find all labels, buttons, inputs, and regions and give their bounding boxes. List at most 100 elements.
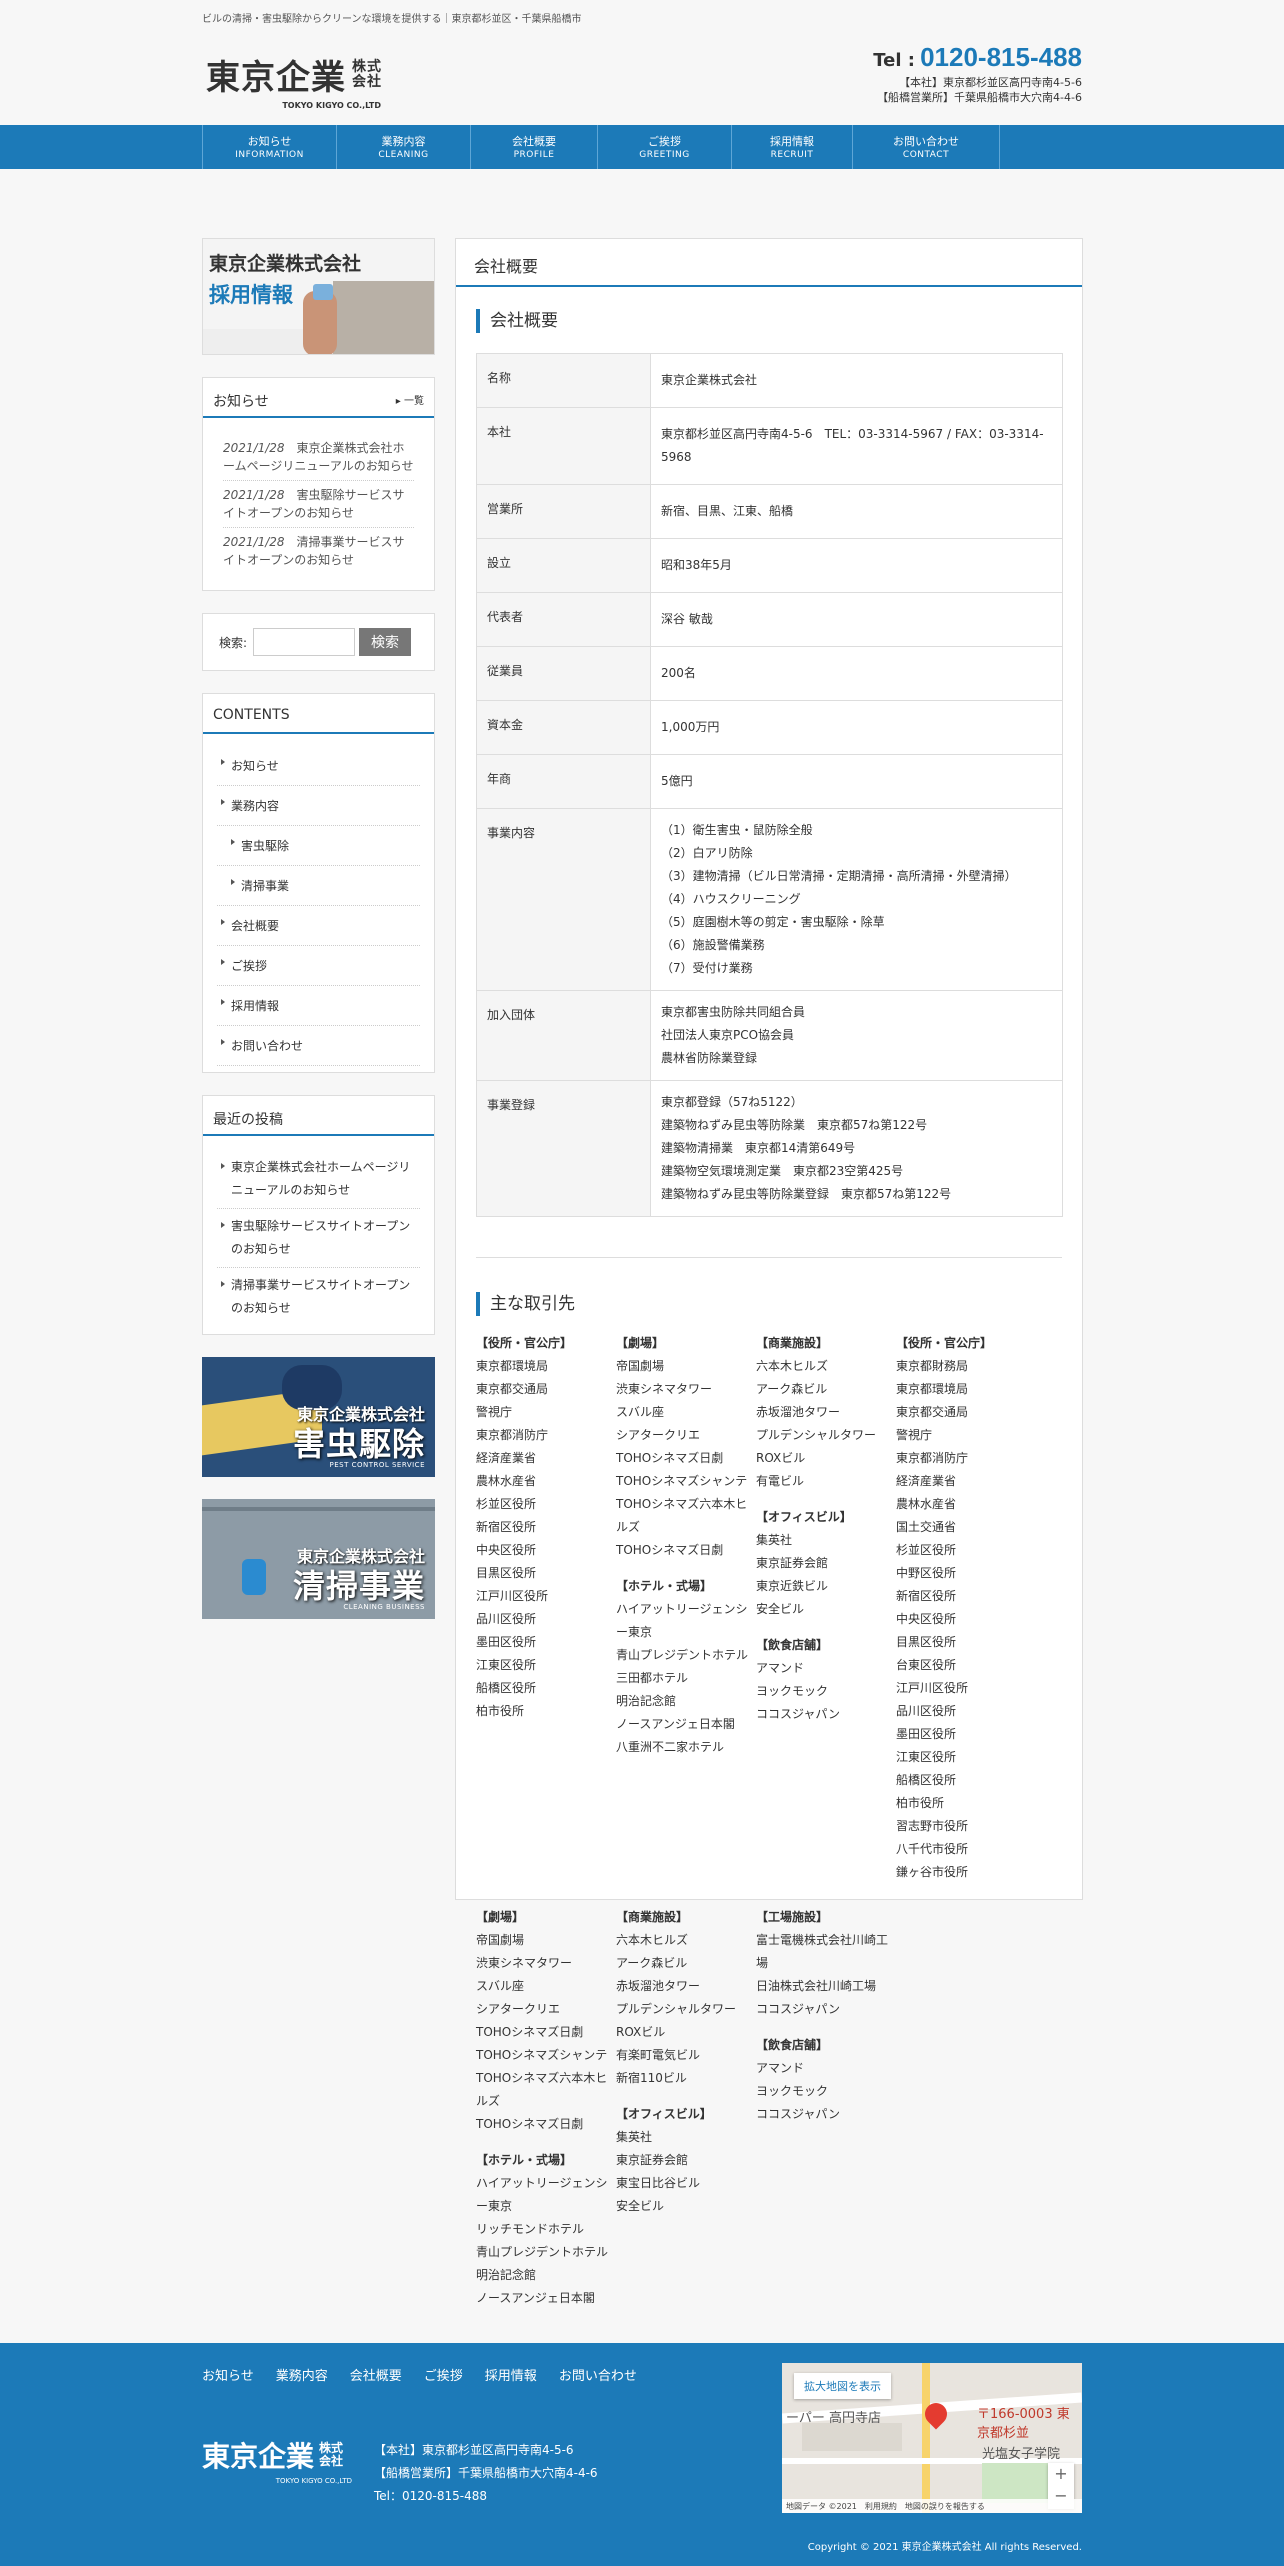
client-item: 渋東シネマタワー <box>616 1382 713 1396</box>
table-row: 営業所 新宿、目黒、江東、船橋 <box>476 484 1063 539</box>
nav-item[interactable]: ご挨拶 GREETING <box>597 125 731 169</box>
client-item: シアタークリエ <box>616 1428 701 1442</box>
row-value-line: （3）建物清掃（ビル日常清掃・定期清掃・高所清掃・外壁清掃） <box>661 869 1017 883</box>
client-group-heading: 【役所・官公庁】 <box>896 1336 993 1350</box>
nav-item[interactable]: 会社概要 PROFILE <box>470 125 597 169</box>
footer-nav-item[interactable]: お知らせ <box>202 2365 254 2384</box>
search-button[interactable]: 検索 <box>359 628 412 656</box>
recent-post-item[interactable]: 東京企業株式会社ホームページリニューアルのお知らせ <box>217 1150 420 1209</box>
client-item: 国土交通省 <box>896 1520 957 1534</box>
nav-item[interactable]: 業務内容 CLEANING <box>336 125 470 169</box>
nav-item[interactable]: お問い合わせ CONTACT <box>852 125 1000 169</box>
client-item: 品川区役所 <box>896 1704 957 1718</box>
map-enlarge-link[interactable]: 拡大地図を表示 <box>794 2373 891 2399</box>
recent-posts-widget: 最近の投稿 東京企業株式会社ホームページリニューアルのお知らせ 害虫駆除サービスサ… <box>202 1095 435 1335</box>
news-item[interactable]: 2021/1/28 害虫駆除サービスサイトオープンのお知らせ <box>223 481 414 528</box>
site-footer: お知らせ 業務内容 会社概要 ご挨拶 採用情報 お問い合わせ 東京企業 株式 会社 TOKYO… <box>0 2343 1284 2566</box>
contents-item[interactable]: ご挨拶 <box>217 946 420 986</box>
search-input[interactable] <box>253 628 356 656</box>
client-item: 中央区役所 <box>896 1612 957 1626</box>
pest-banner-line3: PEST CONTROL SERVICE <box>329 1461 425 1469</box>
row-value-line: （6）施設警備業務 <box>661 938 765 952</box>
recent-post-item[interactable]: 清掃事業サービスサイトオープンのお知らせ <box>217 1268 420 1326</box>
row-label: 事業内容 <box>476 808 651 991</box>
clients-heading: 主な取引先 <box>476 1292 1062 1316</box>
contents-item[interactable]: 害虫駆除 <box>217 826 420 866</box>
client-item: TOHOシネマズ日劇 <box>616 1543 724 1557</box>
news-more-link[interactable]: ▸ 一覧 <box>396 392 424 407</box>
zoom-in-icon[interactable]: + <box>1048 2463 1074 2485</box>
row-label: 従業員 <box>476 646 651 701</box>
news-item[interactable]: 2021/1/28 清掃事業サービスサイトオープンのお知らせ <box>223 528 414 574</box>
client-item: 農林水産省 <box>896 1497 957 1511</box>
footer-logo-text: 東京企業 <box>202 2440 315 2473</box>
site-logo[interactable]: 東京企業 株式 会社 TOKYO KIGYO CO.,LTD <box>206 50 382 110</box>
contents-item[interactable]: 清掃事業 <box>217 866 420 906</box>
recruit-banner-line2: 採用情報 <box>209 283 293 307</box>
client-item: 帝国劇場 <box>616 1359 665 1373</box>
header-contact: Tel : 0120-815-488 【本社】東京都杉並区高円寺南4-5-6 【… <box>873 42 1082 105</box>
nav-label-en: PROFILE <box>513 150 555 160</box>
client-item: 安全ビル <box>756 1602 805 1616</box>
footer-address: 【本社】東京都杉並区高円寺南4-5-6 【船橋営業所】千葉県船橋市大穴南4-4-… <box>374 2439 598 2508</box>
recent-post-item[interactable]: 害虫駆除サービスサイトオープンのお知らせ <box>217 1209 420 1268</box>
client-item: TOHOシネマズ日劇 <box>616 1451 724 1465</box>
header-tagline: ビルの清掃・害虫駆除からクリーンな環境を提供する｜東京都杉並区・千葉県船橋市 <box>202 14 582 25</box>
client-item: 東京都消防庁 <box>896 1451 969 1465</box>
pest-control-banner[interactable]: 東京企業株式会社 害虫駆除 PEST CONTROL SERVICE <box>202 1357 435 1477</box>
client-item: 明治記念館 <box>616 1694 677 1708</box>
client-item: 東京都環境局 <box>476 1359 549 1373</box>
client-item: スバル座 <box>616 1405 665 1419</box>
site-header: ビルの清掃・害虫駆除からクリーンな環境を提供する｜東京都杉並区・千葉県船橋市 東… <box>0 0 1284 125</box>
row-label: 本社 <box>476 407 651 485</box>
contents-item[interactable]: お知らせ <box>217 746 420 786</box>
client-item: 柏市役所 <box>896 1796 945 1810</box>
nav-label-en: RECRUIT <box>770 150 814 160</box>
nav-item[interactable]: お知らせ INFORMATION <box>202 125 336 169</box>
client-item: 赤坂溜池タワー <box>756 1405 841 1419</box>
contents-item[interactable]: 採用情報 <box>217 986 420 1026</box>
footer-tel[interactable]: Tel：0120-815-488 <box>374 2485 598 2508</box>
cleaning-banner[interactable]: 東京企業株式会社 清掃事業 CLEANING BUSINESS <box>202 1499 435 1619</box>
google-map[interactable]: 拡大地図を表示 ーパー 高円寺店 〒166-0003 東京都杉並 光塩女子学院 … <box>782 2363 1082 2513</box>
client-item: 赤坂溜池タワー <box>616 1979 701 1993</box>
divider <box>476 1257 1062 1258</box>
contents-item[interactable]: 業務内容 <box>217 786 420 826</box>
client-item: 船橋区役所 <box>896 1773 957 1787</box>
footer-nav-item[interactable]: 採用情報 <box>485 2365 537 2384</box>
client-group-heading: 【劇場】 <box>476 1910 525 1924</box>
company-profile-table: 名称 東京企業株式会社 本社 東京都杉並区高円寺南4-5-6 TEL：03-3314-… <box>476 353 1063 1217</box>
group-gap <box>476 2136 616 2149</box>
logo-text: 東京企業 <box>206 58 346 98</box>
footer-nav-item[interactable]: ご挨拶 <box>424 2365 463 2384</box>
row-label: 営業所 <box>476 484 651 539</box>
header-address-main: 【本社】東京都杉並区高円寺南4-5-6 <box>899 76 1082 89</box>
footer-nav-item[interactable]: お問い合わせ <box>559 2365 637 2384</box>
client-item: 東京都財務局 <box>896 1359 969 1373</box>
client-item: 富士電機株式会社川崎工場 <box>756 1933 889 1970</box>
client-item: 警視庁 <box>476 1405 513 1419</box>
row-value: （1）衛生害虫・鼠防除全般 （2）白アリ防除 （3）建物清掃（ビル日常清掃・定期清掃… <box>650 808 1063 991</box>
client-item: TOHOシネマズ日劇 <box>476 2117 584 2131</box>
copyright: Copyright © 2021 東京企業株式会社 All rights Res… <box>807 2542 1082 2553</box>
client-item: 杉並区役所 <box>896 1543 957 1557</box>
client-item: 中央区役所 <box>476 1543 537 1557</box>
client-item: 習志野市役所 <box>896 1819 969 1833</box>
nav-item[interactable]: 採用情報 RECRUIT <box>731 125 852 169</box>
row-value-line: （2）白アリ防除 <box>661 846 753 860</box>
hand-shape <box>303 291 337 354</box>
row-value-line: 新宿、目黒、江東、船橋 <box>661 504 794 518</box>
tel-number[interactable]: 0120-815-488 <box>920 42 1082 72</box>
footer-logo[interactable]: 東京企業 株式 会社 TOKYO KIGYO CO.,LTD <box>202 2435 352 2485</box>
row-value-line: 深谷 敏哉 <box>661 612 713 626</box>
table-row: 資本金 1,000万円 <box>476 700 1063 755</box>
row-value-line: 1,000万円 <box>661 720 720 734</box>
contents-item[interactable]: 会社概要 <box>217 906 420 946</box>
row-value-line: （4）ハウスクリーニング <box>661 892 801 906</box>
recruit-banner[interactable]: 東京企業株式会社 採用情報 <box>202 238 435 355</box>
footer-nav-item[interactable]: 会社概要 <box>350 2365 402 2384</box>
footer-nav-item[interactable]: 業務内容 <box>276 2365 328 2384</box>
news-item[interactable]: 2021/1/28 東京企業株式会社ホームページリニューアルのお知らせ <box>223 434 414 481</box>
client-group-heading: 【オフィスビル】 <box>616 2107 712 2121</box>
contents-item[interactable]: お問い合わせ <box>217 1026 420 1066</box>
